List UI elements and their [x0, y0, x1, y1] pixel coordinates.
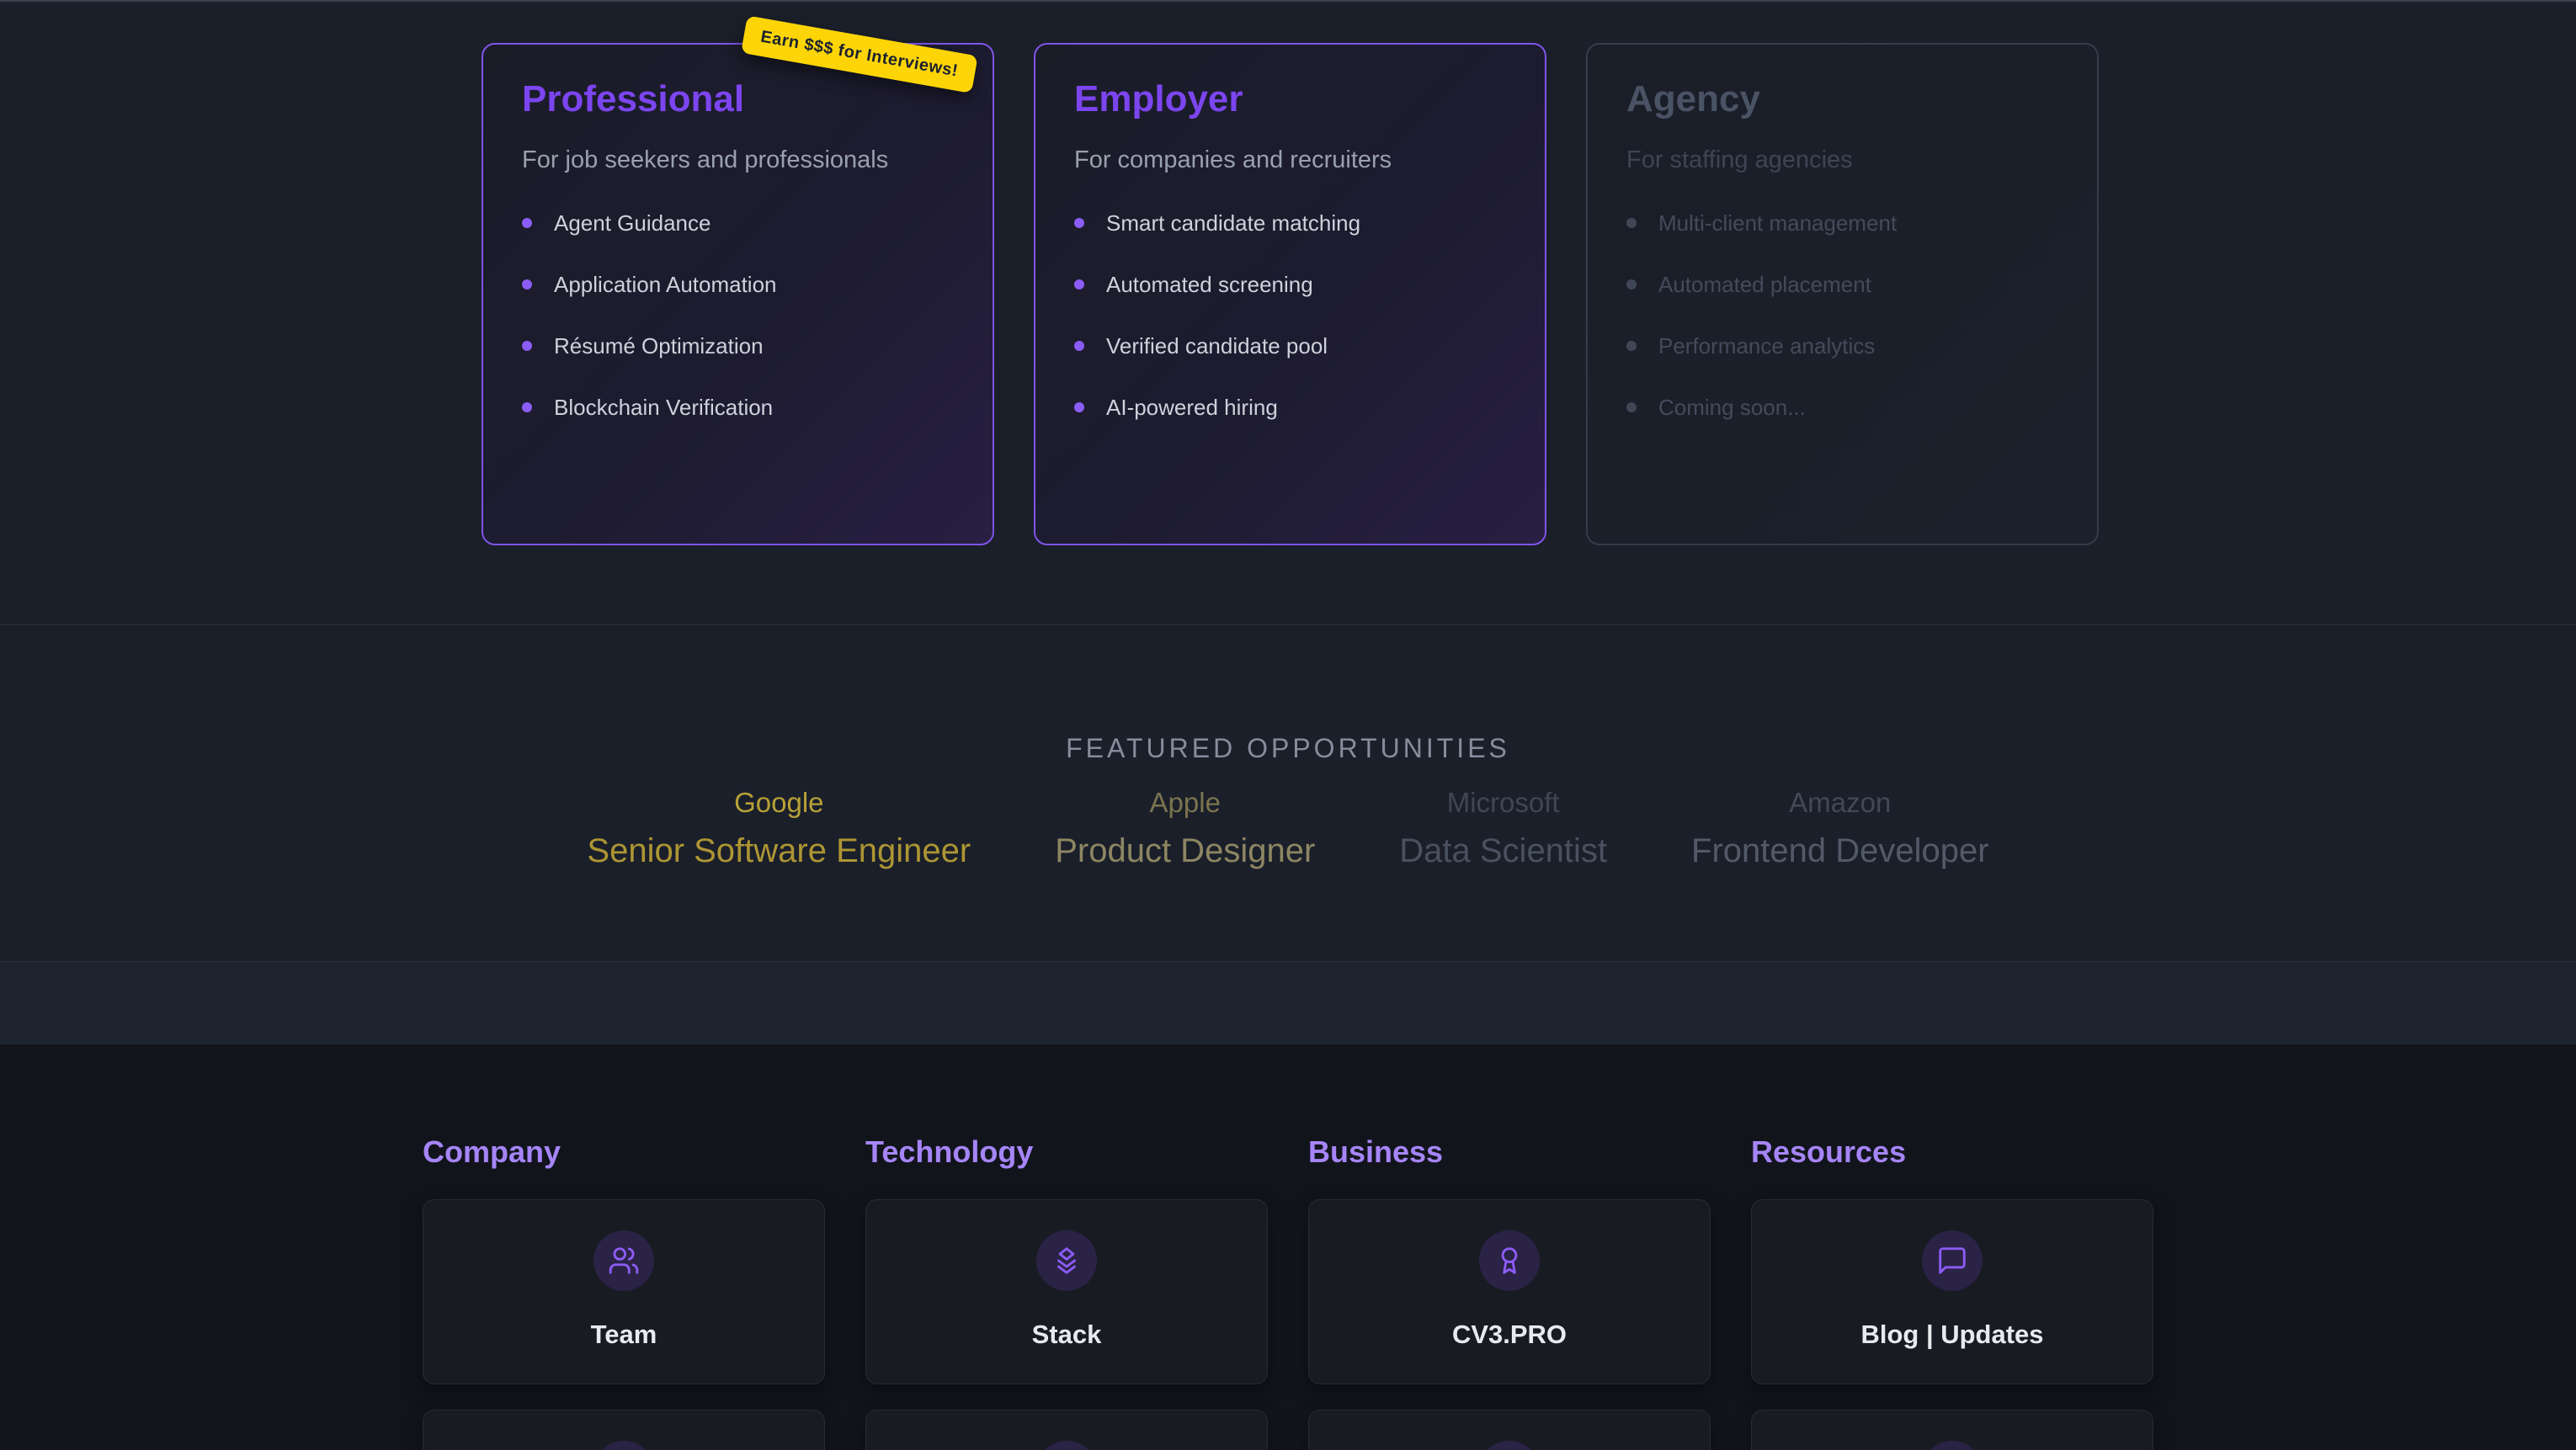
footer-grid: Company Team — [423, 1044, 2153, 1450]
job-role: Frontend Developer — [1691, 831, 1989, 870]
footer-tile-blog[interactable]: Blog | Updates — [1751, 1199, 2153, 1384]
feature-item: Agent Guidance — [522, 211, 954, 235]
feature-item: Coming soon... — [1626, 396, 2058, 419]
plan-feature-list: Multi-client management Automated placem… — [1626, 211, 2058, 419]
tile-icon-circle — [593, 1441, 654, 1450]
footer-tile-stack[interactable]: Stack — [865, 1199, 1268, 1384]
footer-tile-partial[interactable] — [1308, 1410, 1711, 1450]
footer-tile-partial[interactable] — [1751, 1410, 2153, 1450]
tile-icon-circle — [1479, 1441, 1540, 1450]
job-role: Senior Software Engineer — [587, 831, 971, 870]
persona-plans-section: Earn $$$ for Interviews! Professional Fo… — [0, 0, 2576, 624]
plan-feature-list: Agent Guidance Application Automation Ré… — [522, 211, 954, 419]
plan-card-agency: Agency For staffing agencies Multi-clien… — [1586, 43, 2099, 545]
footer-heading: Technology — [865, 1135, 1268, 1169]
featured-job-amazon[interactable]: Amazon Frontend Developer — [1691, 786, 1989, 870]
plan-title: Professional — [522, 78, 954, 120]
tile-icon-circle — [593, 1230, 654, 1291]
feature-item: Smart candidate matching — [1074, 211, 1506, 235]
featured-job-apple[interactable]: Apple Product Designer — [1055, 786, 1315, 870]
job-company: Apple — [1055, 786, 1315, 820]
footer-column-company: Company Team — [423, 1135, 825, 1450]
footer-column-resources: Resources Blog | Updates — [1751, 1135, 2153, 1450]
feature-item: AI-powered hiring — [1074, 396, 1506, 419]
plan-subtitle: For job seekers and professionals — [522, 147, 954, 173]
featured-job-google[interactable]: Google Senior Software Engineer — [587, 786, 971, 870]
tile-label: CV3.PRO — [1452, 1320, 1567, 1350]
tile-icon-circle — [1036, 1441, 1097, 1450]
tile-icon-circle — [1036, 1230, 1097, 1291]
featured-jobs-row: Google Senior Software Engineer Apple Pr… — [587, 786, 1988, 870]
footer-heading: Company — [423, 1135, 825, 1169]
plan-feature-list: Smart candidate matching Automated scree… — [1074, 211, 1506, 419]
tile-label: Blog | Updates — [1860, 1320, 2043, 1350]
site-footer: Company Team — [0, 1044, 2576, 1450]
featured-job-microsoft[interactable]: Microsoft Data Scientist — [1399, 786, 1607, 870]
plan-subtitle: For companies and recruiters — [1074, 147, 1506, 173]
award-icon — [1493, 1245, 1525, 1277]
tile-icon-circle — [1479, 1230, 1540, 1291]
feature-item: Verified candidate pool — [1074, 334, 1506, 358]
feature-item: Automated placement — [1626, 273, 2058, 296]
footer-heading: Business — [1308, 1135, 1711, 1169]
footer-column-business: Business CV3.PRO — [1308, 1135, 1711, 1450]
tile-icon-circle — [1922, 1230, 1983, 1291]
job-role: Data Scientist — [1399, 831, 1607, 870]
job-company: Amazon — [1691, 786, 1989, 820]
users-icon — [608, 1245, 640, 1277]
feature-item: Résumé Optimization — [522, 334, 954, 358]
footer-column-technology: Technology Stack — [865, 1135, 1268, 1450]
feature-item: Performance analytics — [1626, 334, 2058, 358]
spacer-band — [0, 961, 2576, 1044]
featured-heading: FEATURED OPPORTUNITIES — [1066, 732, 1510, 764]
job-company: Google — [587, 786, 971, 820]
plan-card-professional[interactable]: Professional For job seekers and profess… — [482, 43, 994, 545]
job-company: Microsoft — [1399, 786, 1607, 820]
pricing-page: Earn $$$ for Interviews! Professional Fo… — [0, 0, 2576, 1450]
feature-item: Application Automation — [522, 273, 954, 296]
message-square-icon — [1936, 1245, 1968, 1277]
footer-tile-team[interactable]: Team — [423, 1199, 825, 1384]
plan-card-employer[interactable]: Employer For companies and recruiters Sm… — [1034, 43, 1546, 545]
feature-item: Blockchain Verification — [522, 396, 954, 419]
plan-subtitle: For staffing agencies — [1626, 147, 2058, 173]
featured-opportunities-section: FEATURED OPPORTUNITIES Google Senior Sof… — [0, 624, 2576, 961]
footer-heading: Resources — [1751, 1135, 2153, 1169]
footer-tile-cv3pro[interactable]: CV3.PRO — [1308, 1199, 1711, 1384]
plan-title: Employer — [1074, 78, 1506, 120]
feature-item: Automated screening — [1074, 273, 1506, 296]
footer-tile-partial[interactable] — [423, 1410, 825, 1450]
job-role: Product Designer — [1055, 831, 1315, 870]
plan-title: Agency — [1626, 78, 2058, 120]
tile-icon-circle — [1922, 1441, 1983, 1450]
tile-label: Team — [591, 1320, 657, 1350]
feature-item: Multi-client management — [1626, 211, 2058, 235]
layers-icon — [1051, 1245, 1083, 1277]
footer-tile-partial[interactable] — [865, 1410, 1268, 1450]
tile-label: Stack — [1032, 1320, 1102, 1350]
